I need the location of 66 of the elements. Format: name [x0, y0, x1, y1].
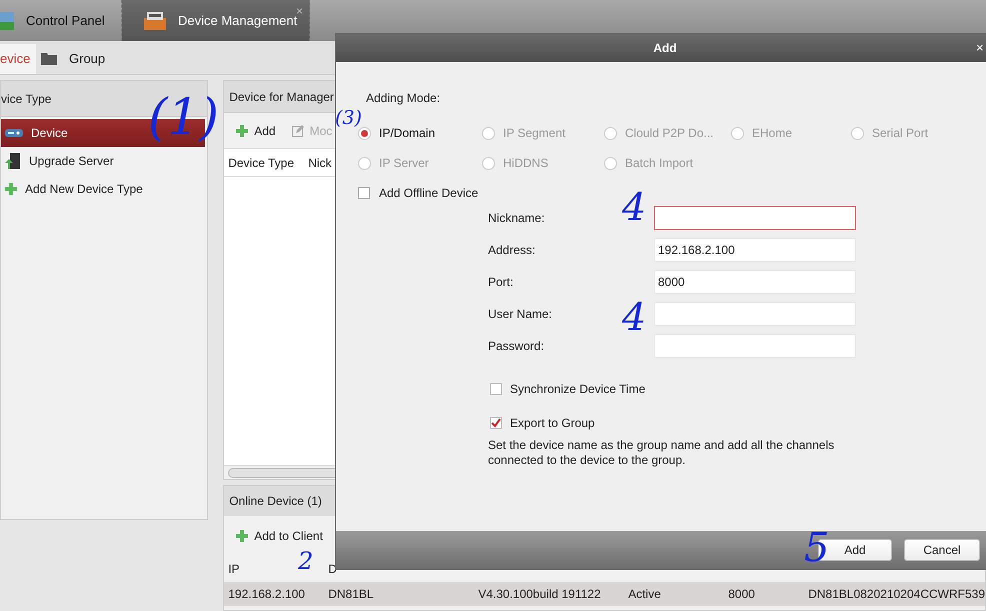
table-cell-text: DN81BL [327, 586, 375, 603]
cancel-button[interactable]: Cancel [904, 539, 980, 561]
field-label: Address: [488, 243, 536, 257]
radio-label: IP Server [379, 155, 429, 172]
table-cell-text: 8000 [727, 586, 756, 603]
radio-label: IP Segment [503, 125, 566, 142]
control-panel-icon [0, 12, 14, 30]
radio-button[interactable] [482, 126, 495, 140]
sub-tab[interactable]: Group [36, 44, 122, 74]
radio-button[interactable] [358, 126, 371, 140]
handwritten-annotation: 4 [622, 188, 646, 226]
field-label: Password: [488, 339, 544, 353]
radio-button[interactable] [604, 156, 617, 170]
server-icon [5, 153, 21, 169]
radio-label: IP/Domain [379, 125, 436, 142]
handwritten-annotation: 4 [622, 298, 646, 336]
input-field[interactable]: 192.168.2.100 [654, 238, 856, 262]
device-icon [5, 128, 23, 138]
checkbox[interactable] [358, 187, 370, 199]
sub-tab[interactable]: evice [0, 44, 36, 74]
table-cell-text: DN81BL0820210204CCWRF539 [807, 586, 985, 603]
handwritten-annotation: (3) [335, 109, 362, 128]
radio-button[interactable] [482, 156, 495, 170]
close-icon[interactable]: × [976, 38, 984, 58]
table-cell-text: V4.30.100build 191122 [477, 586, 602, 603]
plus-icon [236, 530, 248, 542]
plus-icon [5, 183, 17, 195]
checkbox[interactable] [490, 383, 502, 395]
input-field[interactable] [654, 206, 856, 230]
field-label: Nickname: [488, 211, 545, 225]
radio-label: Serial Port [872, 125, 928, 142]
toolbar-button[interactable]: Add [236, 122, 276, 140]
dialog-title: Add [653, 40, 677, 57]
device-type-item[interactable]: Add New Device Type [1, 175, 206, 203]
device-type-item[interactable]: Upgrade Server [1, 147, 206, 175]
toolbox-icon [144, 12, 166, 30]
radio-label: Batch Import [625, 155, 694, 172]
edit-icon [292, 124, 304, 136]
top-tab[interactable]: Device Management × [122, 0, 310, 41]
handwritten-annotation: 2 [298, 549, 314, 573]
field-label: User Name: [488, 307, 552, 321]
adding-mode-label: Adding Mode: [365, 90, 442, 107]
column-header[interactable]: Device Type [224, 154, 304, 172]
column-header[interactable]: Nick [304, 154, 332, 172]
checkbox[interactable] [490, 417, 502, 429]
input-field[interactable]: 8000 [654, 270, 856, 294]
checkbox-label: Add Offline Device [379, 185, 478, 202]
plus-icon [236, 124, 248, 136]
radio-button[interactable] [358, 156, 371, 170]
checkbox-label: Synchronize Device Time [510, 381, 646, 398]
toolbar-button[interactable]: Add to Client [236, 527, 323, 545]
panel-title: Online Device (1) [229, 493, 322, 510]
table-cell-text: Active [627, 586, 662, 603]
radio-label: Clould P2P Do... [625, 125, 714, 142]
radio-button[interactable] [604, 126, 617, 140]
radio-button[interactable] [731, 126, 744, 140]
panel-title: Device for Manager [229, 88, 334, 106]
field-label: Port: [488, 275, 514, 289]
checkbox-label: Export to Group [510, 415, 595, 432]
panel-title: vice Type [1, 90, 52, 108]
radio-label: EHome [752, 125, 792, 142]
folder-icon [41, 53, 57, 65]
radio-label: HiDDNS [503, 155, 548, 172]
table-cell-text: 192.168.2.100 [227, 586, 306, 603]
export-note: Set the device name as the group name and add all the channels connected to the device to the group. [487, 438, 836, 468]
radio-button[interactable] [851, 126, 864, 140]
